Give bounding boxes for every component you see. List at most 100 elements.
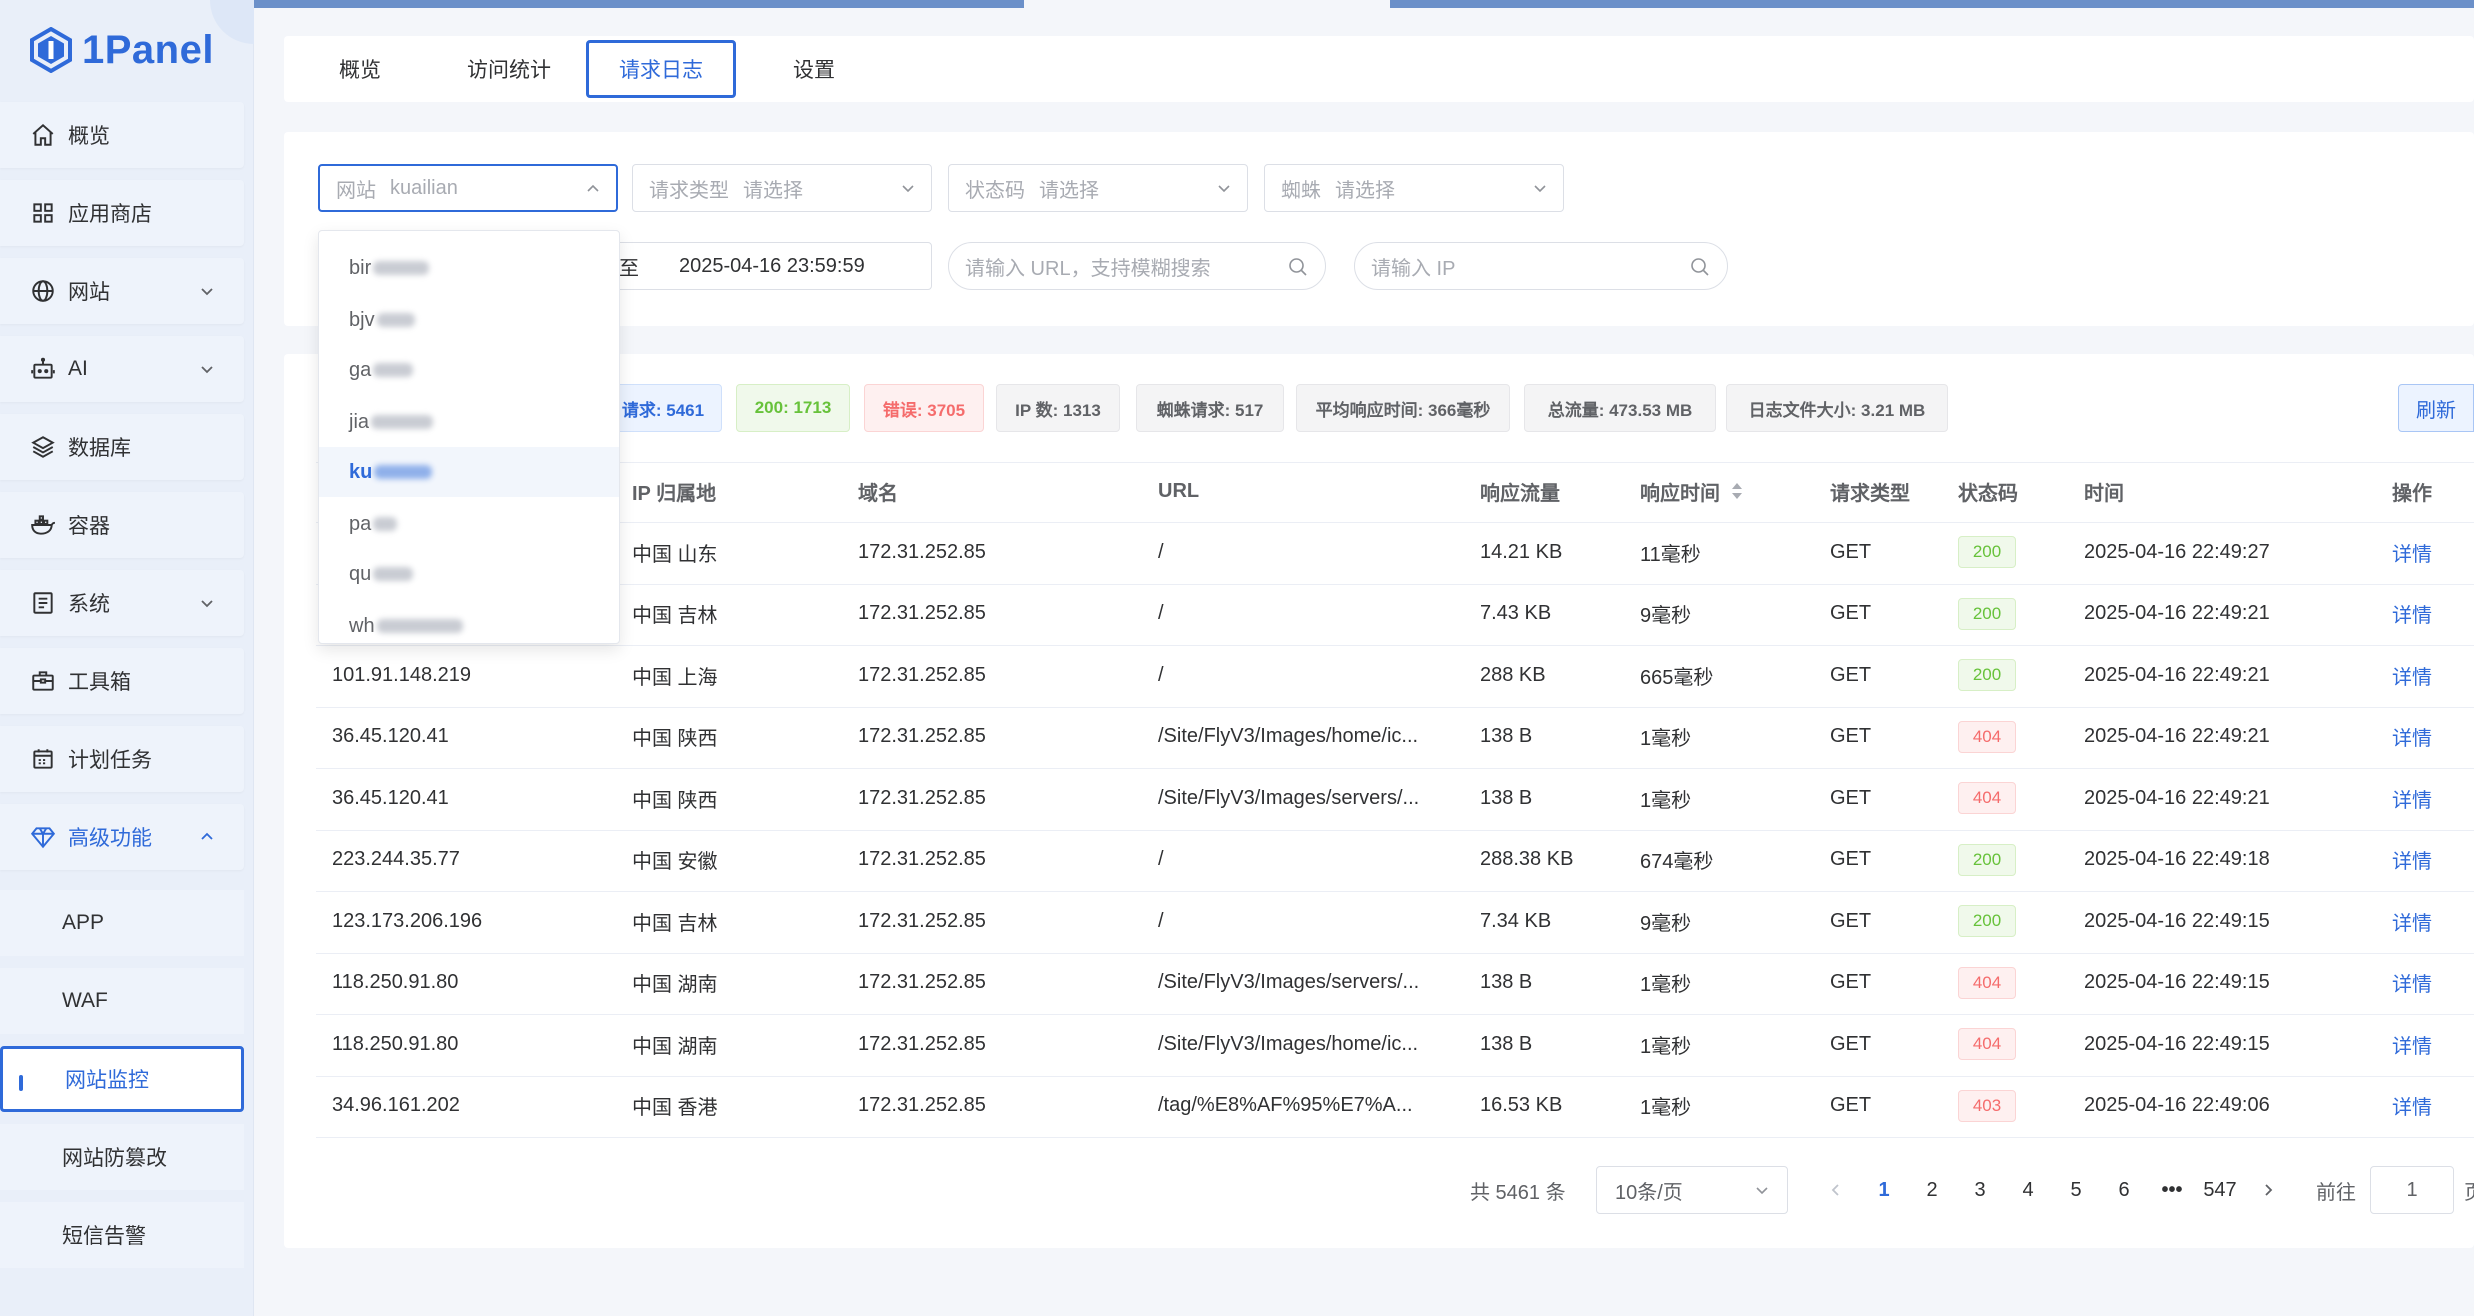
sidebar-item-label: 网站 bbox=[68, 281, 110, 304]
sidebar-item-website[interactable]: 网站 bbox=[0, 258, 244, 324]
site-option[interactable]: jia bbox=[319, 397, 619, 447]
sidebar-item-cron[interactable]: 计划任务 bbox=[0, 726, 244, 792]
page-ellipsis[interactable]: ••• bbox=[2152, 1172, 2192, 1208]
cell-domain: 172.31.252.85 bbox=[858, 971, 986, 993]
home-icon bbox=[32, 123, 54, 146]
header-response-time[interactable]: 响应时间 bbox=[1640, 476, 1744, 506]
prev-page-button[interactable] bbox=[1816, 1172, 1856, 1208]
page-size-select[interactable]: 10条/页 bbox=[1596, 1166, 1788, 1214]
sidebar-item-system[interactable]: 系统 bbox=[0, 570, 244, 636]
site-option-label: ku bbox=[349, 460, 373, 483]
diamond-icon bbox=[30, 827, 56, 849]
app-name: 1Panel bbox=[82, 27, 214, 72]
site-option[interactable]: qu bbox=[319, 549, 619, 599]
sidebar-item-label: 容器 bbox=[68, 515, 110, 538]
detail-link[interactable]: 详情 bbox=[2392, 537, 2452, 567]
cell-url: /Site/FlyV3/Images/home/ic... bbox=[1158, 1032, 1419, 1055]
ip-search-input[interactable]: 请输入 IP bbox=[1354, 242, 1728, 290]
spider-select[interactable]: 蜘蛛 请选择 bbox=[1264, 164, 1564, 212]
page-1[interactable]: 1 bbox=[1864, 1172, 1904, 1208]
row-divider bbox=[316, 891, 2474, 892]
site-option[interactable]: bir bbox=[319, 243, 619, 293]
sidebar-item-overview[interactable]: 概览 bbox=[0, 102, 244, 168]
header-request-type: 请求类型 bbox=[1830, 482, 1910, 505]
cell-time: 2025-04-16 22:49:15 bbox=[2084, 909, 2270, 932]
site-select-label: 网站 bbox=[336, 179, 376, 202]
chevron-down-icon bbox=[201, 600, 213, 608]
status-badge: 404 bbox=[1958, 1028, 2016, 1060]
cell-ip-location: 中国 陕西 bbox=[632, 789, 718, 812]
detail-link[interactable]: 详情 bbox=[2392, 1091, 2452, 1121]
cell-ip-location: 中国 香港 bbox=[632, 1097, 718, 1119]
page-3[interactable]: 3 bbox=[1960, 1172, 2000, 1208]
page-547[interactable]: 547 bbox=[2200, 1172, 2240, 1208]
stat-errors: 错误: 3705 bbox=[864, 384, 984, 432]
goto-suffix: 页 bbox=[2464, 1176, 2474, 1205]
cell-time: 2025-04-16 22:49:15 bbox=[2084, 1032, 2270, 1055]
stat-ip-count: IP 数: 1313 bbox=[996, 384, 1120, 432]
url-search-input[interactable]: 请输入 URL，支持模糊搜索 bbox=[948, 242, 1326, 290]
sidebar-subitem-sms-alert[interactable]: 短信告警 bbox=[0, 1202, 244, 1268]
cell-request-type: GET bbox=[1830, 848, 1872, 870]
sidebar-subitem-waf[interactable]: WAF bbox=[0, 968, 244, 1034]
page-2[interactable]: 2 bbox=[1912, 1172, 1952, 1208]
cell-ip: 36.45.120.41 bbox=[332, 725, 449, 747]
site-option[interactable]: ga bbox=[319, 345, 619, 395]
sidebar-subitem-app[interactable]: APP bbox=[0, 890, 244, 956]
row-divider bbox=[316, 1075, 2474, 1077]
cell-response-size: 14.21 KB bbox=[1480, 540, 1563, 563]
detail-link[interactable]: 详情 bbox=[2392, 660, 2452, 690]
detail-link[interactable]: 详情 bbox=[2392, 1029, 2452, 1059]
detail-link[interactable]: 详情 bbox=[2392, 845, 2452, 875]
status-code-select[interactable]: 状态码 请选择 bbox=[948, 164, 1248, 212]
status-code-label: 状态码 bbox=[965, 179, 1025, 202]
cell-domain: 172.31.252.85 bbox=[858, 725, 986, 747]
sidebar-item-ai[interactable]: AI bbox=[0, 336, 244, 402]
site-option-selected[interactable]: ku bbox=[319, 447, 619, 497]
tab-settings[interactable]: 设置 bbox=[762, 40, 866, 98]
app-logo[interactable]: 1Panel bbox=[28, 22, 214, 78]
page-5[interactable]: 5 bbox=[2056, 1172, 2096, 1208]
tab-overview[interactable]: 概览 bbox=[308, 40, 412, 98]
tab-access-stats[interactable]: 访问统计 bbox=[444, 40, 574, 98]
site-option[interactable]: bjv bbox=[319, 295, 619, 345]
page-6[interactable]: 6 bbox=[2104, 1172, 2144, 1208]
sidebar-item-app-store[interactable]: 应用商店 bbox=[0, 180, 244, 246]
sidebar-item-toolbox[interactable]: 工具箱 bbox=[0, 648, 244, 714]
detail-link[interactable]: 详情 bbox=[2392, 722, 2452, 752]
detail-link[interactable]: 详情 bbox=[2392, 783, 2452, 813]
chevron-right-icon bbox=[2265, 1184, 2273, 1196]
site-select[interactable]: 网站 kuailian bbox=[318, 164, 618, 212]
sidebar-item-advanced[interactable]: 高级功能 bbox=[0, 804, 244, 870]
request-type-select[interactable]: 请求类型 请选择 bbox=[632, 164, 932, 212]
detail-link[interactable]: 详情 bbox=[2392, 968, 2452, 998]
row-divider bbox=[316, 768, 2474, 769]
detail-link[interactable]: 详情 bbox=[2392, 599, 2452, 629]
sidebar-item-label: AI bbox=[68, 357, 88, 380]
next-page-button[interactable] bbox=[2248, 1172, 2288, 1208]
chevron-down-icon bbox=[1534, 185, 1546, 193]
sidebar-item-container[interactable]: 容器 bbox=[0, 492, 244, 558]
sidebar-item-database[interactable]: 数据库 bbox=[0, 414, 244, 480]
site-option[interactable]: wh bbox=[319, 601, 619, 651]
sidebar-subitem-site-monitor[interactable]: 网站监控 bbox=[0, 1046, 244, 1112]
detail-link[interactable]: 详情 bbox=[2392, 906, 2452, 936]
goto-page-input[interactable]: 1 bbox=[2370, 1166, 2454, 1214]
tab-request-log[interactable]: 请求日志 bbox=[586, 40, 736, 98]
sidebar-subitem-label: WAF bbox=[62, 989, 108, 1012]
cell-request-type: GET bbox=[1830, 1032, 1872, 1055]
status-badge: 404 bbox=[1958, 782, 2016, 814]
date-separator: 至 bbox=[619, 257, 639, 280]
cell-url: / bbox=[1158, 663, 1164, 686]
cell-request-type: GET bbox=[1830, 909, 1872, 932]
site-option[interactable]: pa bbox=[319, 499, 619, 549]
refresh-button[interactable]: 刷新 bbox=[2398, 384, 2474, 432]
sidebar-subitem-tamper-proof[interactable]: 网站防篡改 bbox=[0, 1124, 244, 1190]
page-4[interactable]: 4 bbox=[2008, 1172, 2048, 1208]
cell-domain: 172.31.252.85 bbox=[858, 786, 986, 809]
header-domain: 域名 bbox=[858, 482, 898, 505]
stat-requests: 请求: 5461 bbox=[604, 384, 722, 432]
chevron-down-icon bbox=[1756, 1187, 1768, 1195]
stat-200: 200: 1713 bbox=[736, 384, 850, 432]
cell-ip: 36.45.120.41 bbox=[332, 786, 449, 809]
